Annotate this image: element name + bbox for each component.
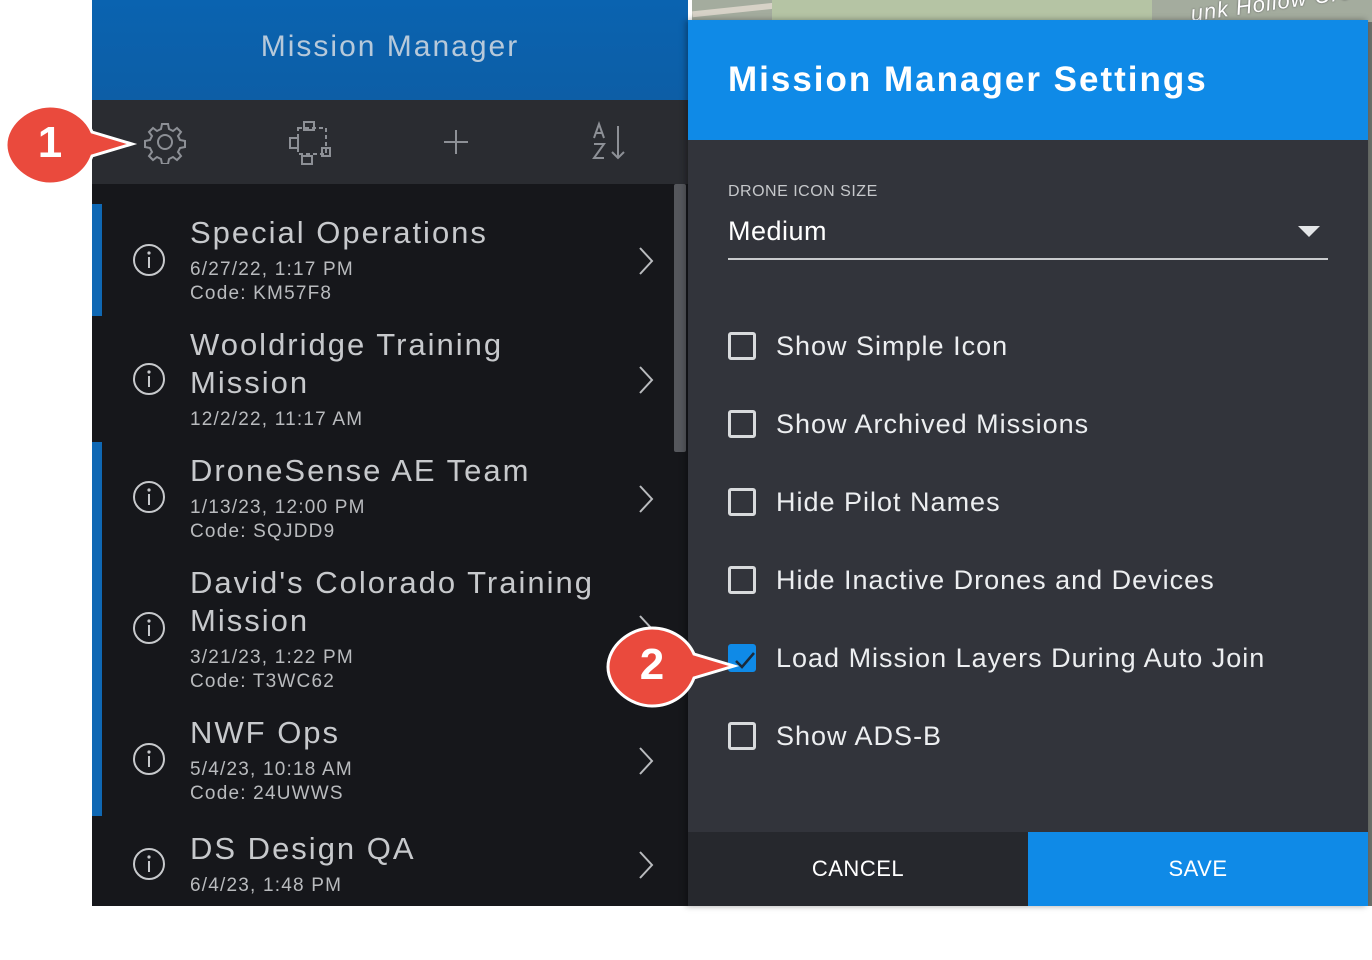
map-park-area <box>772 0 1152 22</box>
cancel-button[interactable]: CANCEL <box>688 832 1028 906</box>
caret-down-icon <box>1298 226 1320 237</box>
mission-name: DS Design QA <box>190 831 416 866</box>
active-indicator <box>92 704 102 816</box>
option-label: Show ADS-B <box>776 721 943 751</box>
show-simple-icon-checkbox[interactable] <box>728 332 756 360</box>
mission-manager-title: Mission Manager <box>260 30 520 63</box>
save-button[interactable]: SAVE <box>1028 832 1368 906</box>
mission-item[interactable]: Wooldridge Training Mission 12/2/22, 11:… <box>92 316 672 442</box>
settings-dialog: Mission Manager Settings DRONE ICON SIZE… <box>688 20 1368 906</box>
dialog-header: Mission Manager Settings <box>688 20 1368 140</box>
active-indicator <box>92 554 102 704</box>
info-icon[interactable] <box>132 742 166 776</box>
frame-select-icon <box>289 121 331 165</box>
mission-list: Special Operations 6/27/22, 1:17 PM Code… <box>92 184 672 906</box>
show-ads-b-checkbox[interactable] <box>728 722 756 750</box>
info-icon[interactable] <box>132 362 166 396</box>
mission-manager-panel: Mission Manager Special Operations 6/27/… <box>92 0 688 906</box>
chevron-right-icon <box>639 747 654 775</box>
chevron-right-icon <box>639 485 654 513</box>
show-archived-missions-checkbox[interactable] <box>728 410 756 438</box>
option-hide-pilot-names[interactable]: Hide Pilot Names <box>728 484 1348 524</box>
option-label: Show Simple Icon <box>776 331 1009 361</box>
dialog-title: Mission Manager Settings <box>728 60 1208 99</box>
option-label: Hide Pilot Names <box>776 487 1001 517</box>
mission-name-line-2: Mission <box>190 365 310 400</box>
mission-name-line-2: Mission <box>190 603 310 638</box>
mission-date: 1/13/23, 12:00 PM <box>190 497 366 518</box>
callout-number: 1 <box>37 118 63 167</box>
active-indicator <box>92 442 102 554</box>
hide-pilot-names-checkbox[interactable] <box>728 488 756 516</box>
active-indicator <box>92 204 102 316</box>
callout-1: 1 <box>4 100 138 190</box>
mission-date: 3/21/23, 1:22 PM <box>190 647 354 668</box>
callout-2: 2 <box>606 622 740 712</box>
mission-item[interactable]: DS Design QA 6/4/23, 1:48 PM <box>92 816 672 906</box>
mission-item[interactable]: David's Colorado Training Mission 3/21/2… <box>92 554 672 704</box>
mission-date: 5/4/23, 10:18 AM <box>190 759 353 780</box>
sort-az-icon <box>592 121 625 160</box>
mission-list-scrollbar[interactable] <box>672 184 688 906</box>
mission-name: Special Operations <box>190 215 488 250</box>
option-show-simple-icon[interactable]: Show Simple Icon <box>728 328 1348 368</box>
plus-icon <box>444 130 468 154</box>
option-hide-inactive-drones[interactable]: Hide Inactive Drones and Devices <box>728 562 1348 602</box>
mission-name: NWF Ops <box>190 715 341 750</box>
callout-number: 2 <box>639 640 665 689</box>
mission-toolbar <box>92 100 688 184</box>
drone-icon-size-select[interactable]: Medium <box>728 208 1328 260</box>
mission-code: Code: KM57F8 <box>190 283 333 304</box>
chevron-right-icon <box>639 247 654 275</box>
mission-date: 6/4/23, 1:48 PM <box>190 875 343 896</box>
mission-name: DroneSense AE Team <box>190 453 531 488</box>
dialog-footer: CANCEL SAVE <box>688 832 1368 906</box>
info-icon[interactable] <box>132 611 166 645</box>
option-show-archived-missions[interactable]: Show Archived Missions <box>728 406 1348 446</box>
settings-button[interactable] <box>141 118 189 166</box>
hide-inactive-drones-checkbox[interactable] <box>728 566 756 594</box>
mission-code: Code: T3WC62 <box>190 671 335 692</box>
chevron-right-icon <box>639 851 654 879</box>
add-mission-button[interactable] <box>432 118 480 166</box>
option-label: Hide Inactive Drones and Devices <box>776 565 1215 595</box>
mission-item[interactable]: DroneSense AE Team 1/13/23, 12:00 PM Cod… <box>92 442 672 554</box>
info-icon[interactable] <box>132 847 166 881</box>
drone-icon-size-value: Medium <box>728 216 828 246</box>
mission-name: Wooldridge Training <box>190 327 504 362</box>
option-load-mission-layers[interactable]: Load Mission Layers During Auto Join <box>728 640 1348 680</box>
option-show-ads-b[interactable]: Show ADS-B <box>728 718 1348 758</box>
option-label: Show Archived Missions <box>776 409 1090 439</box>
mission-date: 12/2/22, 11:17 AM <box>190 409 364 430</box>
frame-select-button[interactable] <box>286 118 334 166</box>
option-label: Load Mission Layers During Auto Join <box>776 643 1266 673</box>
mission-code: Code: SQJDD9 <box>190 521 336 542</box>
gear-icon <box>144 123 186 164</box>
mission-item[interactable]: Special Operations 6/27/22, 1:17 PM Code… <box>92 204 672 316</box>
drone-icon-size-label: DRONE ICON SIZE <box>728 183 878 200</box>
mission-code: Code: 24UWWS <box>190 783 344 804</box>
chevron-right-icon <box>639 366 654 394</box>
mission-manager-header: Mission Manager <box>92 0 688 100</box>
mission-date: 6/27/22, 1:17 PM <box>190 259 354 280</box>
mission-name: David's Colorado Training <box>190 565 594 600</box>
info-icon[interactable] <box>132 243 166 277</box>
scroll-thumb[interactable] <box>674 184 686 452</box>
info-icon[interactable] <box>132 480 166 514</box>
mission-item[interactable]: NWF Ops 5/4/23, 10:18 AM Code: 24UWWS <box>92 704 672 816</box>
sort-button[interactable] <box>586 118 634 166</box>
